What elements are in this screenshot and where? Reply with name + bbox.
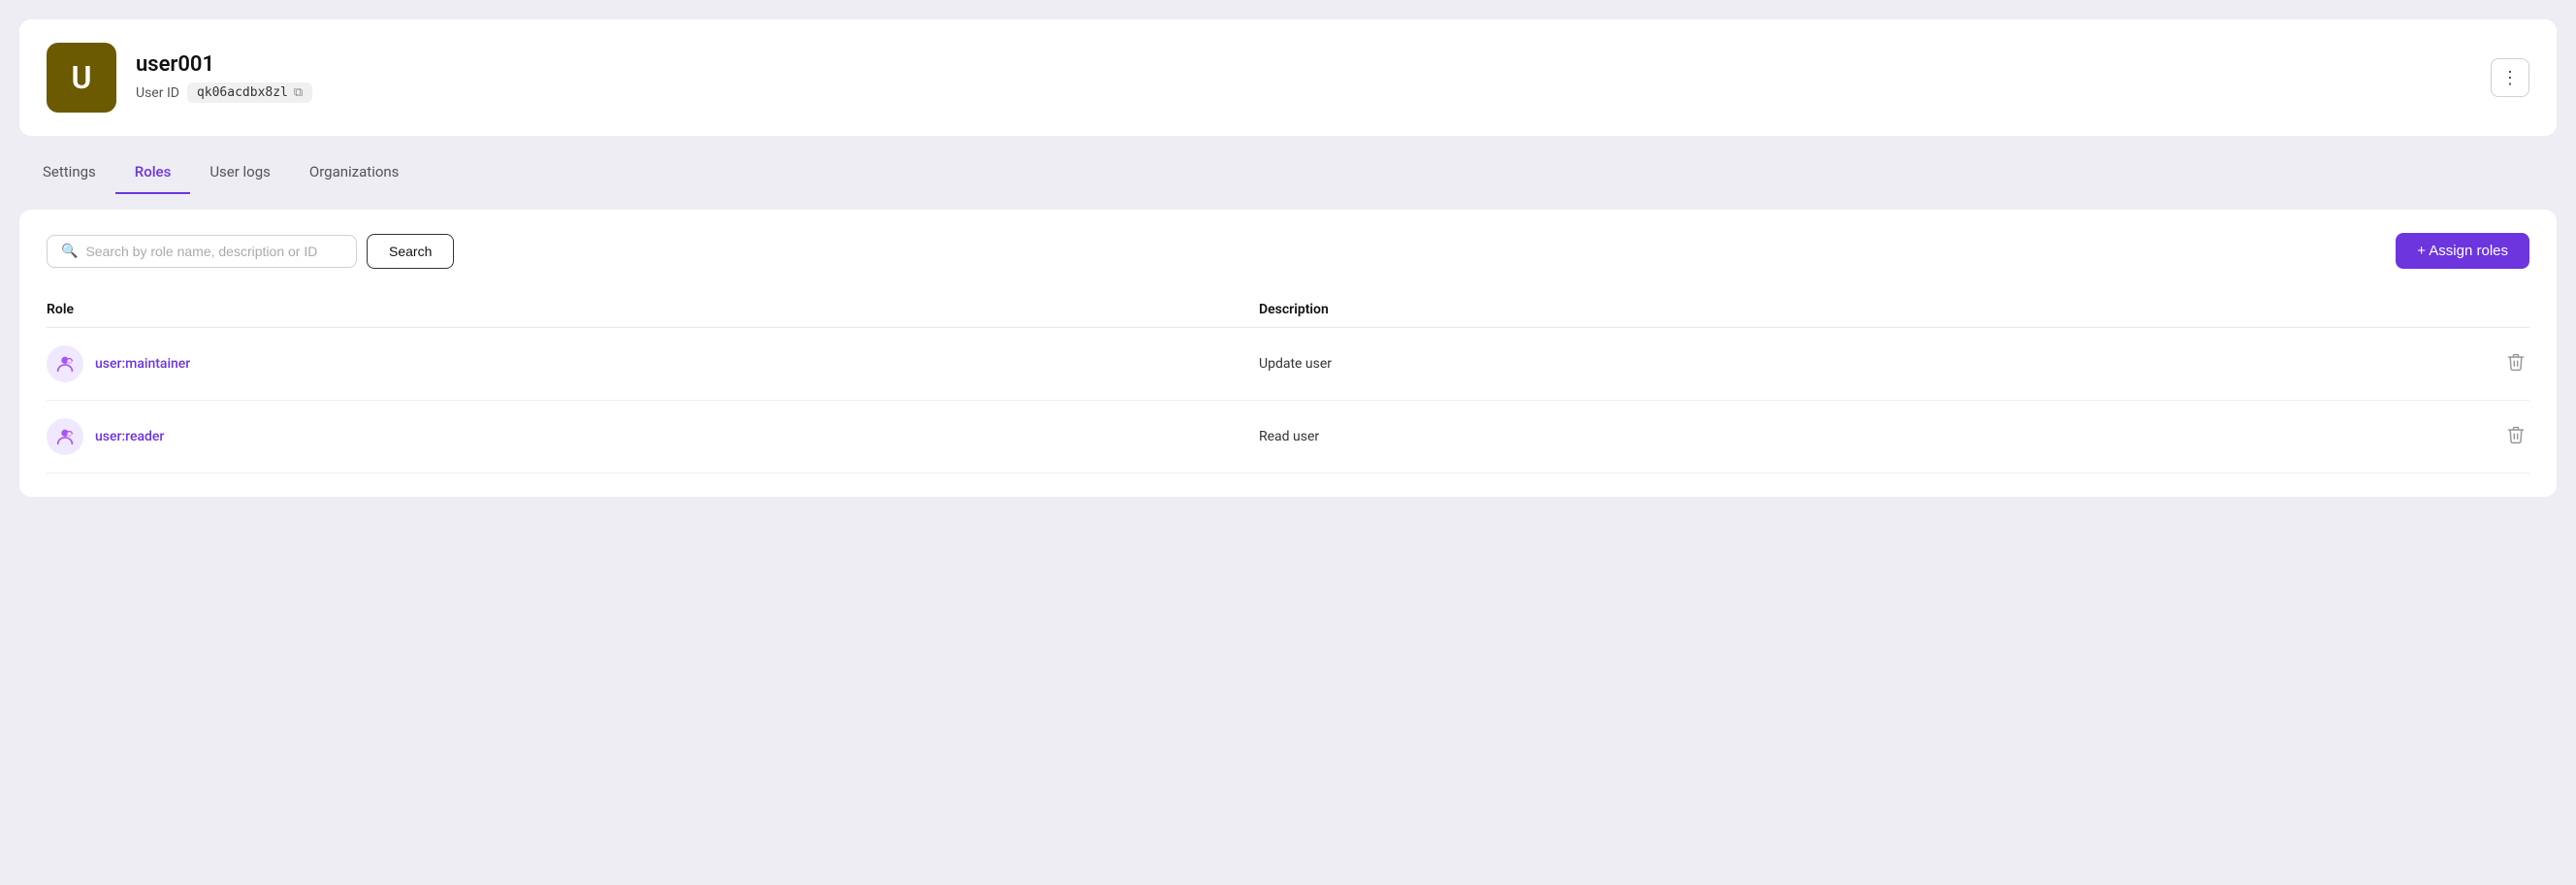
search-input-wrapper: 🔍 [47, 235, 357, 268]
user-name: user001 [136, 52, 312, 77]
role-name-reader[interactable]: user:reader [95, 429, 164, 444]
delete-cell-reader [2471, 421, 2529, 453]
search-button[interactable]: Search [367, 234, 454, 269]
user-id-row: User ID qk06acdbx8zl ⧉ [136, 82, 312, 103]
delete-cell-maintainer [2471, 348, 2529, 380]
role-cell-reader: user:reader [47, 418, 1259, 455]
delete-reader-button[interactable] [2502, 421, 2529, 453]
table-row: user:maintainer Update user [47, 328, 2529, 401]
user-id-value: qk06acdbx8zl [197, 85, 288, 100]
tab-user-logs[interactable]: User logs [190, 151, 290, 194]
assign-roles-button[interactable]: + Assign roles [2396, 233, 2529, 269]
table-header-role: Role [47, 302, 1259, 317]
user-id-badge: qk06acdbx8zl ⧉ [187, 82, 312, 103]
user-id-label: User ID [136, 85, 179, 101]
user-card-left: U user001 User ID qk06acdbx8zl ⧉ [47, 43, 312, 113]
more-options-button[interactable]: ⋮ [2491, 58, 2529, 97]
main-content: 🔍 Search + Assign roles Role Description [19, 210, 2557, 497]
search-input[interactable] [85, 244, 342, 259]
role-icon-maintainer [47, 345, 83, 382]
avatar: U [47, 43, 116, 113]
tab-settings[interactable]: Settings [23, 151, 115, 194]
description-maintainer: Update user [1259, 356, 2471, 372]
description-reader: Read user [1259, 429, 2471, 444]
search-row: 🔍 Search + Assign roles [47, 233, 2529, 269]
table-header: Role Description [47, 292, 2529, 328]
tabs-bar: Settings Roles User logs Organizations [19, 151, 2557, 194]
table-header-actions [2471, 302, 2529, 317]
tab-roles[interactable]: Roles [115, 151, 191, 194]
table-header-description: Description [1259, 302, 2471, 317]
tab-organizations[interactable]: Organizations [290, 151, 419, 194]
search-left: 🔍 Search [47, 234, 454, 269]
role-icon-reader [47, 418, 83, 455]
role-name-maintainer[interactable]: user:maintainer [95, 356, 190, 372]
search-icon: 🔍 [61, 244, 78, 259]
user-card: U user001 User ID qk06acdbx8zl ⧉ ⋮ [19, 19, 2557, 136]
role-cell-maintainer: user:maintainer [47, 345, 1259, 382]
table-row: user:reader Read user [47, 401, 2529, 474]
user-info: user001 User ID qk06acdbx8zl ⧉ [136, 52, 312, 103]
delete-maintainer-button[interactable] [2502, 348, 2529, 380]
copy-icon[interactable]: ⧉ [294, 85, 303, 100]
